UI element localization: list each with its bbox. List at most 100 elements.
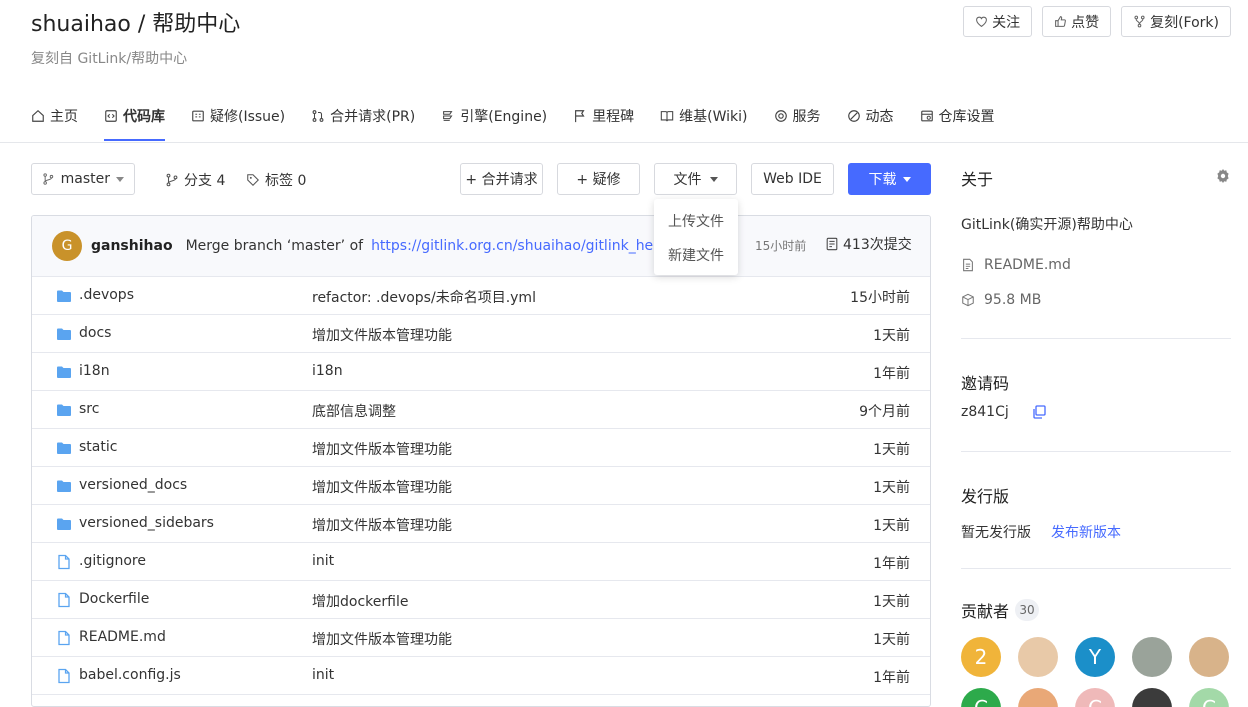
file-name-link[interactable]: Dockerfile [79, 591, 149, 607]
commit-link[interactable]: https://gitlink.org.cn/shuaihao/gitlink_… [371, 238, 666, 254]
file-row[interactable]: src 底部信息调整 9个月前 [32, 391, 930, 429]
publish-release-link[interactable]: 发布新版本 [1051, 522, 1121, 542]
file-row[interactable]: static 增加文件版本管理功能 1天前 [32, 429, 930, 467]
download-button[interactable]: 下载 [848, 163, 931, 195]
commit-history-icon [826, 237, 838, 251]
tab-issue-label: 疑修(Issue) [210, 109, 286, 125]
about-title: 关于 [961, 170, 994, 189]
file-commit-message[interactable]: i18n [312, 363, 343, 379]
contributor-avatar[interactable] [1018, 688, 1058, 707]
forked-from-text[interactable]: 复刻自 GitLink/帮助中心 [31, 48, 187, 68]
file-commit-time: 1年前 [873, 366, 910, 382]
follow-button[interactable]: 关注 [963, 6, 1033, 37]
folder-icon [56, 516, 72, 532]
tab-pull-request-label: 合并请求(PR) [330, 109, 416, 125]
new-merge-request-button[interactable]: + 合并请求 [460, 163, 543, 195]
upload-file-menu-item[interactable]: 上传文件 [654, 205, 738, 239]
like-button[interactable]: 点赞 [1042, 6, 1112, 37]
contributor-avatar[interactable]: C [961, 688, 1001, 707]
file-commit-message[interactable]: 增加文件版本管理功能 [312, 477, 452, 497]
contributor-avatar[interactable]: Y [1075, 637, 1115, 677]
file-commit-time: 9个月前 [859, 404, 910, 420]
tab-activity[interactable]: 动态 [847, 106, 894, 140]
file-commit-message[interactable]: 增加dockerfile [312, 591, 408, 611]
contributor-avatar[interactable] [1132, 688, 1172, 707]
avatar[interactable]: G [52, 231, 82, 261]
tab-engine-label: 引擎(Engine) [460, 109, 548, 125]
file-name-link[interactable]: babel.config.js [79, 667, 181, 683]
file-commit-message[interactable]: init [312, 667, 334, 683]
tab-settings[interactable]: 仓库设置 [920, 106, 995, 140]
file-row[interactable]: .devops refactor: .devops/未命名项目.yml 15小时前 [32, 277, 930, 315]
tab-wiki-label: 维基(Wiki) [679, 109, 748, 125]
file-name-link[interactable]: .gitignore [79, 553, 146, 569]
contributor-avatar[interactable] [1018, 637, 1058, 677]
file-commit-message[interactable]: refactor: .devops/未命名项目.yml [312, 287, 536, 307]
file-row[interactable]: .gitignore init 1年前 [32, 543, 930, 581]
contributor-avatar[interactable]: C [1189, 688, 1229, 707]
file-table: G ganshihao Merge branch ‘master’ of htt… [31, 215, 931, 707]
web-ide-button[interactable]: Web IDE [751, 163, 834, 195]
file-row[interactable]: versioned_sidebars 增加文件版本管理功能 1天前 [32, 505, 930, 543]
repo-title[interactable]: shuaihao / 帮助中心 [31, 6, 240, 38]
file-name-link[interactable]: src [79, 401, 99, 417]
file-name-link[interactable]: docs [79, 325, 111, 341]
download-label: 下载 [868, 172, 897, 188]
file-commit-message[interactable]: init [312, 553, 334, 569]
divider [961, 451, 1231, 452]
file-row[interactable]: i18n i18n 1年前 [32, 353, 930, 391]
file-menu-button[interactable]: 文件 [654, 163, 737, 195]
file-row[interactable]: README.md 增加文件版本管理功能 1天前 [32, 619, 930, 657]
branches-link[interactable]: 分支 4 [165, 170, 225, 190]
file-name-link[interactable]: versioned_sidebars [79, 515, 214, 531]
milestone-flag-icon [575, 110, 585, 123]
file-commit-message[interactable]: 增加文件版本管理功能 [312, 629, 452, 649]
file-name-link[interactable]: static [79, 439, 117, 455]
heart-icon [976, 16, 987, 28]
file-name-link[interactable]: .devops [79, 287, 134, 303]
file-row[interactable]: versioned_docs 增加文件版本管理功能 1天前 [32, 467, 930, 505]
branch-icon [43, 173, 54, 185]
commit-author[interactable]: ganshihao [91, 238, 173, 254]
fork-button[interactable]: 复刻(Fork) [1121, 6, 1231, 37]
folder-icon [56, 440, 72, 456]
file-row[interactable]: babel.config.js init 1年前 [32, 657, 930, 695]
like-label: 点赞 [1071, 14, 1100, 31]
folder-icon [56, 364, 72, 380]
file-commit-message[interactable]: 底部信息调整 [312, 401, 396, 421]
commit-count-link[interactable]: 413次提交 [825, 234, 912, 254]
repo-description: GitLink(确实开源)帮助中心 [961, 217, 1133, 233]
contributor-avatar[interactable]: 2 [961, 637, 1001, 677]
thumbs-up-icon [1055, 16, 1066, 27]
file-name-link[interactable]: i18n [79, 363, 110, 379]
tab-code[interactable]: 代码库 [104, 106, 165, 141]
tab-pull-request[interactable]: 合并请求(PR) [311, 106, 415, 140]
file-name-link[interactable]: README.md [79, 629, 166, 645]
gear-icon[interactable] [1215, 168, 1231, 184]
new-file-menu-item[interactable]: 新建文件 [654, 239, 738, 273]
file-name-link[interactable]: versioned_docs [79, 477, 187, 493]
file-row[interactable]: docs 增加文件版本管理功能 1天前 [32, 315, 930, 353]
branch-select[interactable]: master [31, 163, 135, 195]
tab-wiki[interactable]: 维基(Wiki) [660, 106, 748, 140]
contributors-header: 贡献者 30 [961, 598, 1040, 622]
divider [961, 338, 1231, 339]
readme-link[interactable]: README.md [961, 257, 1071, 273]
tags-link[interactable]: 标签 0 [246, 170, 306, 190]
branch-name: master [60, 171, 110, 187]
tab-issue[interactable]: 疑修(Issue) [191, 106, 285, 140]
file-commit-time: 1年前 [873, 670, 910, 686]
file-row[interactable]: Dockerfile 增加dockerfile 1天前 [32, 581, 930, 619]
contributor-avatar[interactable] [1189, 637, 1229, 677]
copy-icon[interactable] [1031, 404, 1047, 420]
tab-home[interactable]: 主页 [31, 106, 78, 140]
file-commit-message[interactable]: 增加文件版本管理功能 [312, 325, 452, 345]
tab-service[interactable]: 服务 [774, 106, 821, 140]
contributor-avatar[interactable]: C [1075, 688, 1115, 707]
new-issue-button[interactable]: + 疑修 [557, 163, 640, 195]
file-commit-message[interactable]: 增加文件版本管理功能 [312, 515, 452, 535]
tab-engine[interactable]: 引擎(Engine) [441, 106, 547, 140]
contributor-avatar[interactable] [1132, 637, 1172, 677]
tab-milestone[interactable]: 里程碑 [573, 106, 634, 140]
file-commit-message[interactable]: 增加文件版本管理功能 [312, 439, 452, 459]
